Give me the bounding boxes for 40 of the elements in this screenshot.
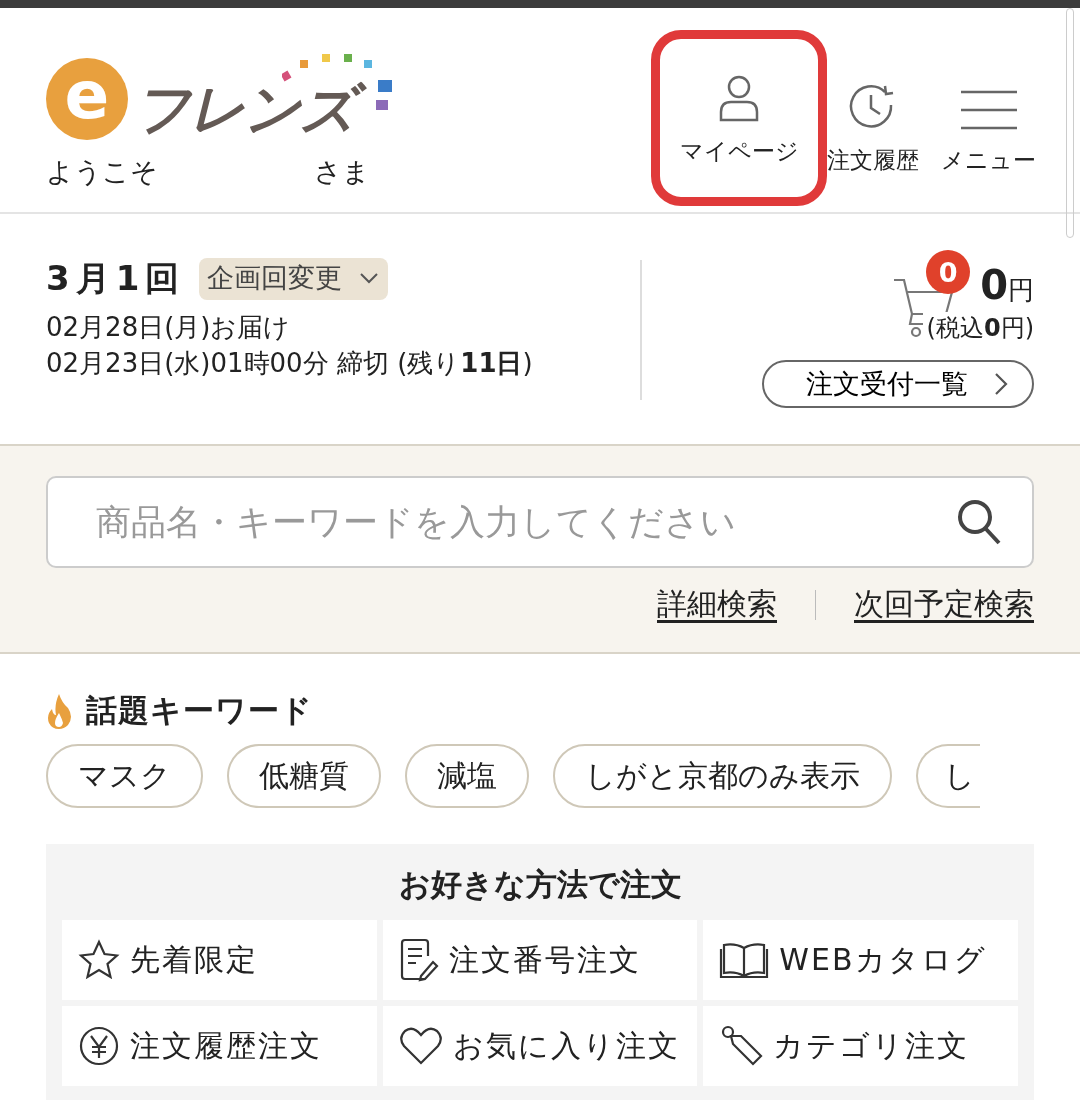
heart-icon [398, 1026, 443, 1066]
section-title: お好きな方法で注文 [397, 865, 683, 904]
yen-circle-icon [78, 1025, 120, 1067]
keyword-chip[interactable]: し [916, 744, 980, 808]
keyword-chip[interactable]: 低糖質 [227, 744, 381, 808]
welcome-text: さま [314, 155, 370, 189]
flame-icon [46, 693, 72, 729]
search-link[interactable]: 次回予定検索 [854, 584, 1034, 625]
cart-count-badge: 0 [926, 250, 971, 294]
round-title: 3月1回 [46, 257, 186, 300]
memo-icon [398, 938, 439, 982]
section-title: 話題キーワード [86, 691, 313, 730]
keyword-chip[interactable]: しがと京都のみ表示 [553, 744, 892, 808]
cart-total: 0円 [980, 262, 1034, 308]
order-method-button[interactable]: 先着限定 [62, 920, 377, 1000]
order-method-button[interactable]: WEBカタログ [703, 920, 1018, 1000]
tag-icon [719, 1024, 764, 1068]
round-change-dropdown[interactable]: 企画回変更 [199, 258, 389, 300]
logo[interactable]: e フレンズ [46, 50, 408, 140]
nav-button[interactable]: 注文履歴 [827, 30, 919, 206]
search-link[interactable]: 詳細検索 [657, 584, 777, 625]
order-method-button[interactable]: 注文番号注文 [382, 920, 698, 1000]
nav-button[interactable]: マイページ [651, 30, 827, 206]
keyword-chip[interactable]: マスク [46, 744, 203, 808]
order-method-button[interactable]: お気に入り注文 [382, 1006, 698, 1086]
star-icon [78, 939, 120, 981]
chevron-down-icon [360, 272, 379, 284]
nav-button[interactable]: メニュー [941, 30, 1036, 206]
delivery-date: 02月28日(月)お届け [46, 311, 292, 344]
order-method-button[interactable]: カテゴリ注文 [703, 1006, 1018, 1086]
order-method-button[interactable]: 注文履歴注文 [62, 1006, 377, 1086]
user-icon [717, 74, 761, 122]
order-list-button[interactable]: 注文受付一覧 [762, 360, 1034, 408]
welcome-text: ようこそ [46, 155, 158, 189]
search-icon[interactable] [956, 498, 1002, 546]
chevron-right-icon [994, 372, 1008, 396]
book-icon [719, 940, 770, 980]
search-field[interactable]: 商品名・キーワードを入力してください [46, 476, 1034, 568]
menu-icon [960, 89, 1017, 131]
keyword-chip[interactable]: 減塩 [405, 744, 529, 808]
